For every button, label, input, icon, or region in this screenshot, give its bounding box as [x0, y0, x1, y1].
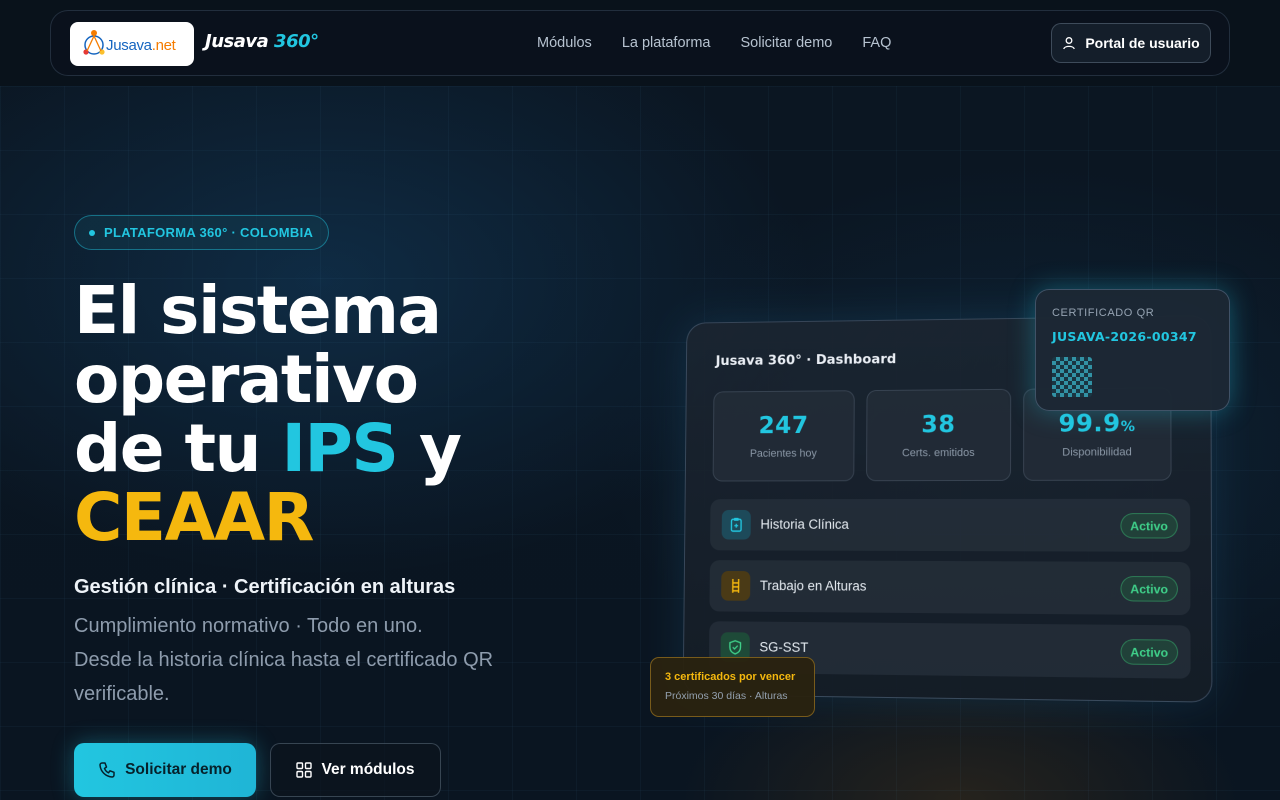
hero-subtitle-bold: Gestión clínica · Certificación en altur… — [74, 576, 456, 598]
nav-link-modulos[interactable]: Módulos — [537, 35, 592, 51]
qr-certificate-card: CERTIFICADO QR JUSAVA-2026-00347 — [1035, 289, 1230, 411]
stat-certificados: 38 Certs. emitidos — [866, 388, 1012, 482]
module-label: Trabajo en Alturas — [759, 578, 867, 594]
status-badge: Activo — [1120, 575, 1179, 602]
stat-pacientes: 247 Pacientes hoy — [712, 390, 855, 482]
status-badge: Activo — [1120, 639, 1179, 666]
solicitar-demo-button[interactable]: Solicitar demo — [74, 743, 256, 797]
nav-link-plataforma[interactable]: La plataforma — [622, 35, 711, 51]
logo-text: Jusava.net — [106, 37, 176, 54]
alert-title: 3 certificados por vencer — [665, 671, 796, 683]
hero-description-line-2: Desde la historia clínica hasta el certi… — [74, 649, 494, 705]
hero-headline: El sistema operativo de tu IPS y CEAAR — [74, 276, 634, 552]
stat-label: Certs. emitidos — [901, 446, 975, 460]
logo-mark-icon — [83, 30, 105, 55]
qr-certificate-code: JUSAVA-2026-00347 — [1052, 329, 1197, 344]
stat-value: 247 — [758, 411, 809, 440]
module-label: SG-SST — [759, 639, 809, 655]
alert-subtitle: Próximos 30 días · Alturas — [665, 690, 788, 702]
user-icon — [1063, 37, 1076, 50]
navbar: Jusava.net Jusava 360° Módulos La plataf… — [50, 10, 1230, 76]
hero-description-line-1: Cumplimiento normativo · Todo en uno. — [74, 615, 423, 637]
grid-icon — [296, 762, 313, 778]
dashboard-title: Jusava 360° · Dashboard — [715, 351, 897, 370]
clipboard-icon — [721, 509, 751, 540]
module-row-historia-clinica[interactable]: Historia Clínica Activo — [710, 498, 1191, 552]
badge-label: PLATAFORMA 360° · COLOMBIA — [104, 225, 314, 240]
headline-line-4: CEAAR — [74, 479, 315, 556]
headline-line-3: de tu IPS y — [74, 410, 462, 487]
platform-badge: PLATAFORMA 360° · COLOMBIA — [74, 215, 330, 250]
stat-value: 38 — [921, 410, 956, 439]
module-row-trabajo-alturas[interactable]: Trabajo en Alturas Activo — [709, 560, 1191, 616]
ver-modulos-button[interactable]: Ver módulos — [270, 743, 441, 797]
expiring-certificates-alert: 3 certificados por vencer Próximos 30 dí… — [650, 657, 815, 717]
qr-label: CERTIFICADO QR — [1052, 307, 1155, 319]
solicitar-demo-label: Solicitar demo — [125, 761, 232, 778]
qr-code-icon — [1052, 357, 1092, 397]
nav-link-solicitar-demo[interactable]: Solicitar demo — [740, 35, 832, 51]
phone-icon — [99, 762, 115, 778]
stat-label: Disponibilidad — [1062, 446, 1132, 459]
ver-modulos-label: Ver módulos — [321, 761, 415, 778]
portal-usuario-label: Portal de usuario — [1085, 35, 1200, 51]
status-badge: Activo — [1120, 513, 1178, 539]
portal-usuario-button[interactable]: Portal de usuario — [1051, 23, 1211, 63]
nav-links: Módulos La plataforma Solicitar demo FAQ — [537, 35, 891, 51]
ladder-icon — [721, 570, 751, 601]
brand-name: Jusava 360° — [205, 31, 319, 52]
stat-value: 99.9% — [1058, 408, 1136, 438]
badge-dot-icon — [89, 229, 95, 236]
nav-link-faq[interactable]: FAQ — [862, 35, 891, 51]
headline-line-1: El sistema — [74, 272, 442, 349]
stat-label: Pacientes hoy — [749, 447, 817, 460]
module-label: Historia Clínica — [760, 516, 849, 532]
jusava-net-logo[interactable]: Jusava.net — [70, 22, 194, 66]
headline-line-2: operativo — [74, 341, 419, 418]
hero-description: Cumplimiento normativo · Todo en uno. De… — [74, 609, 554, 711]
